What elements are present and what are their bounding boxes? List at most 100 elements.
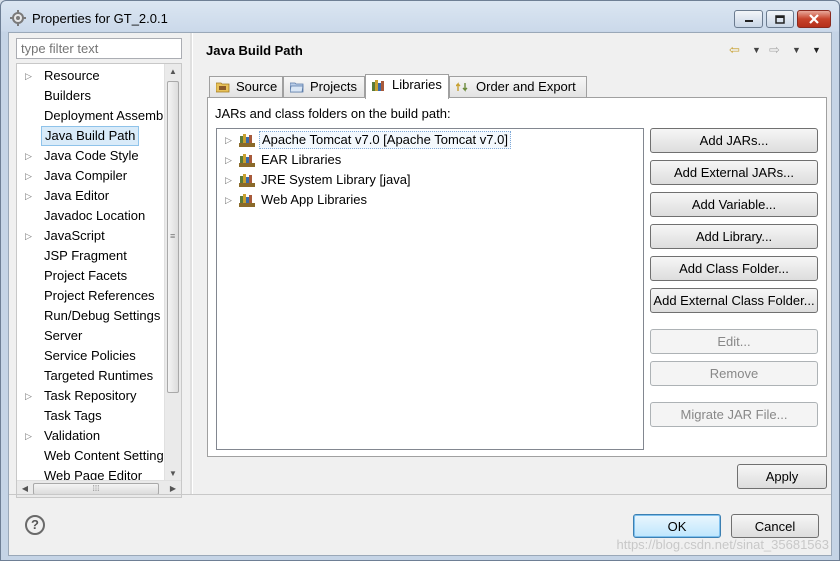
grip-icon: ⁞⁞⁞ bbox=[92, 484, 100, 493]
sidebar-item[interactable]: JSP Fragment bbox=[17, 246, 172, 266]
sidebar-item[interactable]: Web Content Settings bbox=[17, 446, 172, 466]
scroll-up-icon[interactable]: ▲ bbox=[165, 64, 181, 80]
library-entry-label: Apache Tomcat v7.0 [Apache Tomcat v7.0] bbox=[259, 131, 511, 149]
library-icon bbox=[372, 80, 384, 91]
sidebar-item-label: Java Code Style bbox=[44, 148, 139, 163]
filter-input[interactable] bbox=[16, 38, 182, 59]
maximize-button[interactable] bbox=[766, 10, 794, 28]
library-action-button[interactable]: Add Variable... bbox=[650, 192, 818, 217]
maximize-icon bbox=[775, 14, 785, 24]
tree-vertical-scrollbar[interactable]: ▲ ≡ ▼ bbox=[164, 64, 181, 482]
title-bar[interactable]: Properties for GT_2.0.1 bbox=[1, 1, 839, 33]
library-icon bbox=[239, 154, 255, 167]
expand-arrow-icon[interactable]: ▷ bbox=[225, 191, 232, 209]
sidebar-item-label: Project Facets bbox=[44, 268, 128, 283]
view-menu-icon[interactable]: ▼ bbox=[812, 45, 821, 55]
libraries-tab-panel: JARs and class folders on the build path… bbox=[207, 97, 827, 457]
forward-dropdown-icon[interactable]: ▼ bbox=[792, 45, 801, 55]
sidebar-item[interactable]: Project References bbox=[17, 286, 172, 306]
sidebar-item[interactable]: Project Facets bbox=[17, 266, 172, 286]
expand-arrow-icon[interactable]: ▷ bbox=[25, 166, 35, 186]
sidebar-item[interactable]: Deployment Assembly bbox=[17, 106, 173, 126]
sidebar-item-label: Validation bbox=[44, 428, 101, 443]
expand-arrow-icon[interactable]: ▷ bbox=[25, 226, 35, 246]
sidebar-item-label: Service Policies bbox=[44, 348, 136, 363]
sidebar-item[interactable]: ▷ Resource bbox=[17, 66, 172, 86]
library-action-button[interactable]: Remove bbox=[650, 361, 818, 386]
property-page-tree: ▷ Resource Builders Deployment Assembly Java… bbox=[16, 63, 182, 498]
sidebar-item-label: Task Repository bbox=[44, 388, 137, 403]
sidebar-item[interactable]: Service Policies bbox=[17, 346, 172, 366]
sidebar-item-label: Targeted Runtimes bbox=[44, 368, 154, 383]
close-icon bbox=[809, 14, 819, 24]
sidebar-item[interactable]: Javadoc Location bbox=[17, 206, 172, 226]
tab-source[interactable]: Source bbox=[209, 76, 283, 98]
sidebar-item-label: Resource bbox=[44, 68, 100, 83]
cancel-button[interactable]: Cancel bbox=[731, 514, 819, 538]
sidebar-item-label: JavaScript bbox=[44, 228, 105, 243]
tab-libraries[interactable]: Libraries bbox=[365, 74, 449, 99]
expand-arrow-icon[interactable]: ▷ bbox=[25, 386, 35, 406]
back-arrow-icon[interactable]: ⇦ bbox=[729, 42, 740, 58]
expand-arrow-icon[interactable]: ▷ bbox=[225, 131, 232, 149]
expand-arrow-icon[interactable]: ▷ bbox=[25, 146, 35, 166]
tab-order-and-export[interactable]: Order and Export bbox=[449, 76, 587, 98]
library-icon bbox=[239, 174, 255, 187]
sidebar-item[interactable]: Java Build Path bbox=[17, 126, 172, 146]
sidebar-item[interactable]: ▷ JavaScript bbox=[17, 226, 172, 246]
minimize-icon bbox=[744, 20, 753, 22]
library-icon bbox=[239, 134, 255, 147]
page-title: Java Build Path bbox=[206, 43, 303, 58]
sidebar-item[interactable]: ▷ Java Editor bbox=[17, 186, 172, 206]
library-action-button[interactable]: Add JARs... bbox=[650, 128, 818, 153]
sidebar-item[interactable]: ▷ Validation bbox=[17, 426, 172, 446]
sidebar-item[interactable]: ▷ Java Code Style bbox=[17, 146, 172, 166]
grip-icon: ≡ bbox=[170, 231, 176, 241]
libraries-tree: ▷ Apache Tomcat v7.0 [Apache Tomcat v7.0]… bbox=[216, 128, 644, 450]
apply-button[interactable]: Apply bbox=[737, 464, 827, 489]
sidebar-item-label: Javadoc Location bbox=[44, 208, 146, 223]
tab-label: Libraries bbox=[392, 77, 442, 92]
tab-label: Order and Export bbox=[476, 79, 576, 94]
sidebar-item[interactable]: ▷ Task Repository bbox=[17, 386, 172, 406]
library-action-button[interactable]: Add External Class Folder... bbox=[650, 288, 818, 313]
panel-divider[interactable] bbox=[190, 33, 193, 494]
tab-projects[interactable]: Projects bbox=[283, 76, 365, 98]
expand-arrow-icon[interactable]: ▷ bbox=[25, 66, 35, 86]
sidebar-item[interactable]: Server bbox=[17, 326, 172, 346]
expand-arrow-icon[interactable]: ▷ bbox=[225, 151, 232, 169]
expand-arrow-icon[interactable]: ▷ bbox=[25, 186, 35, 206]
library-icon bbox=[239, 194, 255, 207]
sidebar-item-label: Task Tags bbox=[44, 408, 102, 423]
sidebar-item[interactable]: Targeted Runtimes bbox=[17, 366, 172, 386]
library-entry-label: EAR Libraries bbox=[261, 152, 342, 167]
sidebar-item-label: Java Build Path bbox=[41, 126, 140, 146]
sidebar-item[interactable]: Task Tags bbox=[17, 406, 172, 426]
forward-arrow-icon[interactable]: ⇨ bbox=[769, 42, 780, 58]
ok-button[interactable]: OK bbox=[633, 514, 721, 538]
expand-arrow-icon[interactable]: ▷ bbox=[25, 426, 35, 446]
sidebar-item-label: Server bbox=[44, 328, 83, 343]
library-action-button[interactable]: Migrate JAR File... bbox=[650, 402, 818, 427]
tab-label: Projects bbox=[310, 79, 357, 94]
library-action-button[interactable]: Edit... bbox=[650, 329, 818, 354]
sidebar-item[interactable]: Run/Debug Settings bbox=[17, 306, 172, 326]
sidebar-item-label: Java Compiler bbox=[44, 168, 128, 183]
sidebar-item[interactable]: ▷ Java Compiler bbox=[17, 166, 172, 186]
sidebar-item-label: JSP Fragment bbox=[44, 248, 127, 263]
help-icon[interactable]: ? bbox=[25, 515, 45, 535]
library-action-button[interactable]: Add Class Folder... bbox=[650, 256, 818, 281]
expand-arrow-icon[interactable]: ▷ bbox=[225, 171, 232, 189]
library-action-button[interactable]: Add Library... bbox=[650, 224, 818, 249]
back-dropdown-icon[interactable]: ▼ bbox=[752, 45, 761, 55]
sidebar-item-label: Web Content Settings bbox=[44, 448, 171, 463]
library-action-button[interactable]: Add External JARs... bbox=[650, 160, 818, 185]
project-folder-icon bbox=[290, 82, 304, 93]
dialog-client-area: ▷ Resource Builders Deployment Assembly Java… bbox=[8, 32, 832, 556]
sidebar-item-label: Run/Debug Settings bbox=[44, 308, 161, 323]
tree-vertical-scroll-thumb[interactable]: ≡ bbox=[167, 81, 179, 393]
close-button[interactable] bbox=[797, 10, 831, 28]
window-title: Properties for GT_2.0.1 bbox=[32, 11, 168, 26]
sidebar-item[interactable]: Builders bbox=[17, 86, 172, 106]
minimize-button[interactable] bbox=[734, 10, 763, 28]
